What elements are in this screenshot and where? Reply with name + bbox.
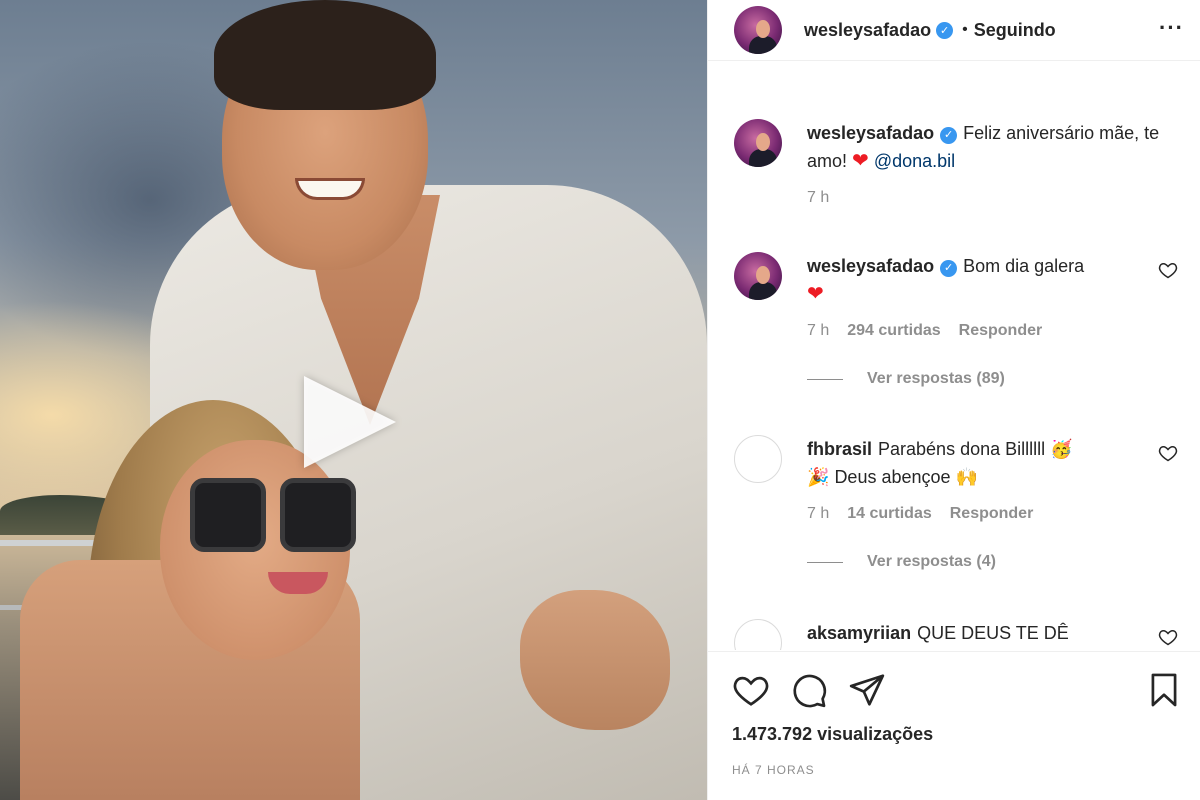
comment-username[interactable]: aksamyriian xyxy=(807,623,911,643)
avatar[interactable] xyxy=(734,435,782,483)
party-popper-emoji: 🎉 xyxy=(807,467,830,487)
comment-body: fhbrasil Parabéns dona Billllll 🥳 🎉 Deus … xyxy=(807,435,1144,491)
party-face-emoji: 🥳 xyxy=(1050,439,1073,459)
reply-button[interactable]: Responder xyxy=(950,505,1034,523)
mention-link[interactable]: @dona.bil xyxy=(874,151,955,171)
comment-icon[interactable] xyxy=(790,671,828,709)
avatar[interactable] xyxy=(734,619,782,650)
comment-time[interactable]: 7 h xyxy=(807,322,829,340)
post-timestamp[interactable]: HÁ 7 HORAS xyxy=(732,763,1183,777)
replies-line xyxy=(807,378,843,380)
comment-time[interactable]: 7 h xyxy=(807,505,829,523)
play-icon[interactable] xyxy=(304,376,396,468)
heart-icon[interactable] xyxy=(1158,443,1178,468)
separator: • xyxy=(962,21,968,38)
sunglasses-lens-right xyxy=(280,478,356,552)
comment-likes[interactable]: 294 curtidas xyxy=(847,322,940,340)
comment-item: fhbrasil Parabéns dona Billllll 🥳 🎉 Deus … xyxy=(734,435,1184,571)
man-hair xyxy=(214,0,436,110)
post-actions: 1.473.792 visualizações HÁ 7 HORAS xyxy=(708,651,1200,777)
view-count[interactable]: 1.473.792 visualizações xyxy=(732,724,1183,745)
comments-list[interactable]: wesleysafadao ✓ Feliz aniversário mãe, te … xyxy=(708,61,1200,650)
bookmark-icon[interactable] xyxy=(1145,671,1183,709)
verified-badge-icon: ✓ xyxy=(940,259,958,277)
heart-icon[interactable] xyxy=(1158,627,1178,650)
avatar[interactable] xyxy=(734,252,782,300)
heart-icon[interactable] xyxy=(1158,260,1178,285)
raising-hands-emoji: 🙌 xyxy=(955,467,978,487)
share-icon[interactable] xyxy=(848,671,886,709)
post-sidebar: wesleysafadao ✓ • Seguindo ··· wesleysaf… xyxy=(707,0,1200,800)
comment-username[interactable]: wesleysafadao xyxy=(807,123,934,143)
comment-time[interactable]: 7 h xyxy=(807,189,829,207)
man-smile xyxy=(295,178,365,200)
comment-item: aksamyriian QUE DEUS TE DÊ xyxy=(734,619,1184,650)
action-icons xyxy=(732,670,1183,710)
comment-likes[interactable]: 14 curtidas xyxy=(847,505,931,523)
view-replies-label: Ver respostas (4) xyxy=(867,553,996,570)
comment-username[interactable]: wesleysafadao xyxy=(807,256,934,276)
comment-meta: 7 h 294 curtidas Responder xyxy=(807,322,1184,340)
comment-meta: 7 h xyxy=(807,189,1184,207)
view-replies-button[interactable]: Ver respostas (4) xyxy=(807,553,1184,571)
comment-item: wesleysafadao ✓ Bom dia galera ❤ 7 h 294 c… xyxy=(734,252,1184,388)
reply-button[interactable]: Responder xyxy=(959,322,1043,340)
comment-text-2: Deus abençoe xyxy=(834,467,951,487)
avatar[interactable] xyxy=(734,6,782,54)
verified-badge-icon: ✓ xyxy=(936,21,954,39)
sunglasses-lens-left xyxy=(190,478,266,552)
verified-badge-icon: ✓ xyxy=(940,126,958,144)
avatar[interactable] xyxy=(734,119,782,167)
view-replies-label: Ver respostas (89) xyxy=(867,370,1005,387)
view-replies-button[interactable]: Ver respostas (89) xyxy=(807,370,1184,388)
caption: wesleysafadao ✓ Feliz aniversário mãe, te … xyxy=(734,119,1184,207)
heart-emoji: ❤ xyxy=(852,150,869,172)
replies-line xyxy=(807,561,843,563)
post-video[interactable] xyxy=(0,0,707,800)
hand xyxy=(520,590,670,730)
comment-text: Parabéns dona Billllll xyxy=(878,439,1046,459)
comment-body: wesleysafadao ✓ Bom dia galera ❤ xyxy=(807,252,1144,308)
comment-text: Bom dia galera xyxy=(963,256,1085,276)
comment-username[interactable]: fhbrasil xyxy=(807,439,872,459)
comment-body: aksamyriian QUE DEUS TE DÊ xyxy=(807,619,1144,647)
heart-emoji: ❤ xyxy=(807,283,824,305)
author-username[interactable]: wesleysafadao xyxy=(804,20,931,41)
following-button[interactable]: Seguindo xyxy=(974,20,1056,41)
caption-text: wesleysafadao ✓ Feliz aniversário mãe, te … xyxy=(807,119,1184,175)
author-info: wesleysafadao ✓ • Seguindo xyxy=(804,20,1056,41)
comment-text: QUE DEUS TE DÊ xyxy=(917,623,1069,643)
post-header: wesleysafadao ✓ • Seguindo ··· xyxy=(708,0,1200,61)
like-heart-icon[interactable] xyxy=(732,671,770,709)
sunglasses xyxy=(190,478,360,558)
more-horizontal-icon[interactable]: ··· xyxy=(1159,17,1184,39)
comment-meta: 7 h 14 curtidas Responder xyxy=(807,505,1184,523)
